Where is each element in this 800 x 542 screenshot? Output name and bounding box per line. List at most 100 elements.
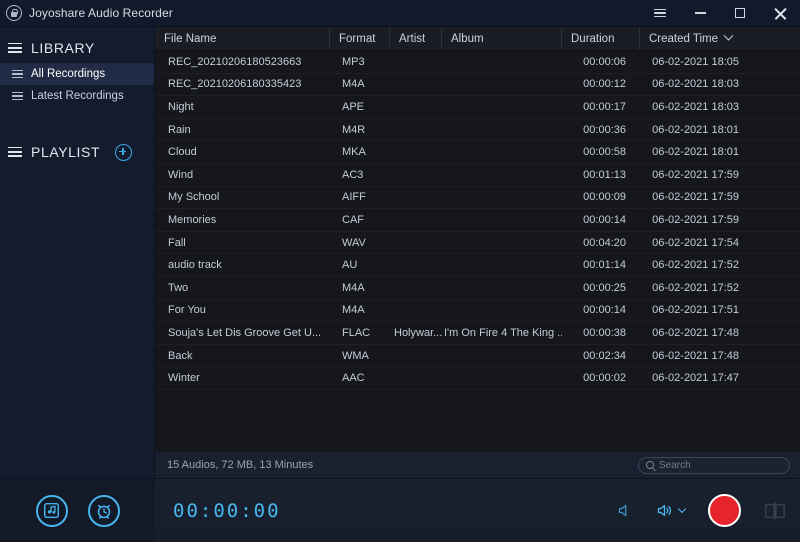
sidebar-item-all-recordings[interactable]: All Recordings [0,63,154,85]
cell-format: M4A [342,78,365,91]
cell-dur: 00:00:17 [583,100,626,113]
cell-album [442,209,562,231]
list-lines-icon [8,146,22,158]
chevron-down-icon [677,504,687,513]
cell-format: AC3 [342,168,364,181]
cell-name: REC_20210206180523663 [168,55,302,68]
cell-dur: 00:00:12 [583,78,626,91]
table-row[interactable]: Memories CAF 00:00:14 06-02-2021 17:59 [155,209,800,232]
window-body: LIBRARY All Recordings Latest Recordings… [0,27,800,478]
list-lines-icon [12,91,23,101]
table-row[interactable]: audio track AU 00:01:14 06-02-2021 17:52 [155,254,800,277]
cell-time: 06-02-2021 18:05 [652,55,739,68]
column-header-format[interactable]: Format [330,27,390,50]
table-row[interactable]: REC_20210206180523663 MP3 00:00:06 06-02-20… [155,51,800,74]
cell-dur: 00:00:25 [583,281,626,294]
cell-time: 06-02-2021 18:01 [652,123,739,136]
player-main: 00:00:00 [155,478,800,542]
app-window: Joyoshare Audio Recorder LIBRARY All Rec… [0,0,800,542]
cell-artist [390,141,442,163]
cell-time: 06-02-2021 17:48 [652,349,739,362]
minimize-button[interactable] [680,0,720,27]
cell-artist [390,51,442,73]
sidebar-item-latest-recordings[interactable]: Latest Recordings [0,85,154,107]
table-row[interactable]: Cloud MKA 00:00:58 06-02-2021 18:01 [155,141,800,164]
alarm-clock-icon [97,504,110,519]
microphone-volume-button[interactable] [656,503,687,518]
plus-circle-icon[interactable] [115,143,132,161]
column-header-created-time[interactable]: Created Time [640,27,755,50]
cell-format: AIFF [342,191,366,204]
sidebar-section-library[interactable]: LIBRARY [0,33,154,63]
cell-album [442,367,562,389]
column-header-album[interactable]: Album [442,27,562,50]
table-row[interactable]: Fall WAV 00:04:20 06-02-2021 17:54 [155,232,800,255]
cell-album [442,345,562,367]
record-button[interactable] [708,494,741,527]
cell-dur: 00:00:14 [583,213,626,226]
cell-album [442,277,562,299]
cell-dur: 00:00:09 [583,191,626,204]
cell-album [442,254,562,276]
cell-dur: 00:00:14 [583,304,626,317]
cell-dur: 00:04:20 [583,236,626,249]
cell-name: Rain [168,123,191,136]
panel-toggle-button[interactable] [764,501,786,521]
cell-time: 06-02-2021 17:47 [652,372,739,385]
cell-album [442,51,562,73]
table-row[interactable]: Night APE 00:00:17 06-02-2021 18:03 [155,96,800,119]
table-row[interactable]: Souja's Let Dis Groove Get U... FLAC Holyw… [155,322,800,345]
sidebar-library-label: LIBRARY [31,40,95,56]
title-bar: Joyoshare Audio Recorder [0,0,800,27]
cell-format: AU [342,259,358,272]
column-label: Duration [571,32,615,45]
cell-name: Fall [168,236,186,249]
cell-artist [390,74,442,96]
cell-artist [390,96,442,118]
column-header-artist[interactable]: Artist [390,27,442,50]
column-header-file-name[interactable]: File Name [155,27,330,50]
cell-time: 06-02-2021 17:48 [652,326,739,339]
cell-album [442,232,562,254]
cell-dur: 00:00:02 [583,372,626,385]
cell-time: 06-02-2021 17:52 [652,281,739,294]
table-row[interactable]: Two M4A 00:00:25 06-02-2021 17:52 [155,277,800,300]
cell-artist [390,367,442,389]
table-row[interactable]: REC_20210206180335423 M4A 00:00:12 06-02-20… [155,74,800,97]
table-row[interactable]: Wind AC3 00:01:13 06-02-2021 17:59 [155,164,800,187]
close-button[interactable] [760,0,800,27]
cell-dur: 00:01:14 [583,259,626,272]
recordings-table-body: REC_20210206180523663 MP3 00:00:06 06-02-20… [155,51,800,451]
sidebar-section-playlist[interactable]: PLAYLIST [0,137,154,167]
table-row[interactable]: For You M4A 00:00:14 06-02-2021 17:51 [155,300,800,323]
maximize-button[interactable] [720,0,760,27]
cell-dur: 00:00:38 [583,326,626,339]
table-row[interactable]: My School AIFF 00:00:09 06-02-2021 17:59 [155,187,800,210]
cell-time: 06-02-2021 18:03 [652,100,739,113]
sidebar: LIBRARY All Recordings Latest Recordings… [0,27,155,478]
search-input[interactable]: Search [638,456,790,474]
cell-album [442,187,562,209]
table-row[interactable]: Winter AAC 00:00:02 06-02-2021 17:47 [155,367,800,390]
lock-recorder-icon [6,5,22,21]
library-button[interactable] [35,494,68,527]
column-header-duration[interactable]: Duration [562,27,640,50]
sidebar-empty-area [0,167,154,478]
table-row[interactable]: Back WMA 00:02:34 06-02-2021 17:48 [155,345,800,368]
scheduler-button[interactable] [87,494,120,527]
table-row[interactable]: Rain M4R 00:00:36 06-02-2021 18:01 [155,119,800,142]
status-summary: 15 Audios, 72 MB, 13 Minutes [167,459,314,471]
menu-button[interactable] [640,0,680,27]
list-lines-icon [12,69,23,79]
cell-name: Souja's Let Dis Groove Get U... [168,326,322,339]
minimize-icon [694,12,706,14]
cell-name: For You [168,304,206,317]
cell-dur: 00:00:58 [583,146,626,159]
player-left-actions [0,478,155,542]
sidebar-playlist-label: PLAYLIST [31,144,101,160]
cell-format: MP3 [342,55,365,68]
cell-format: WMA [342,349,369,362]
cell-artist [390,345,442,367]
system-sound-button[interactable] [616,503,633,518]
cell-artist [390,277,442,299]
